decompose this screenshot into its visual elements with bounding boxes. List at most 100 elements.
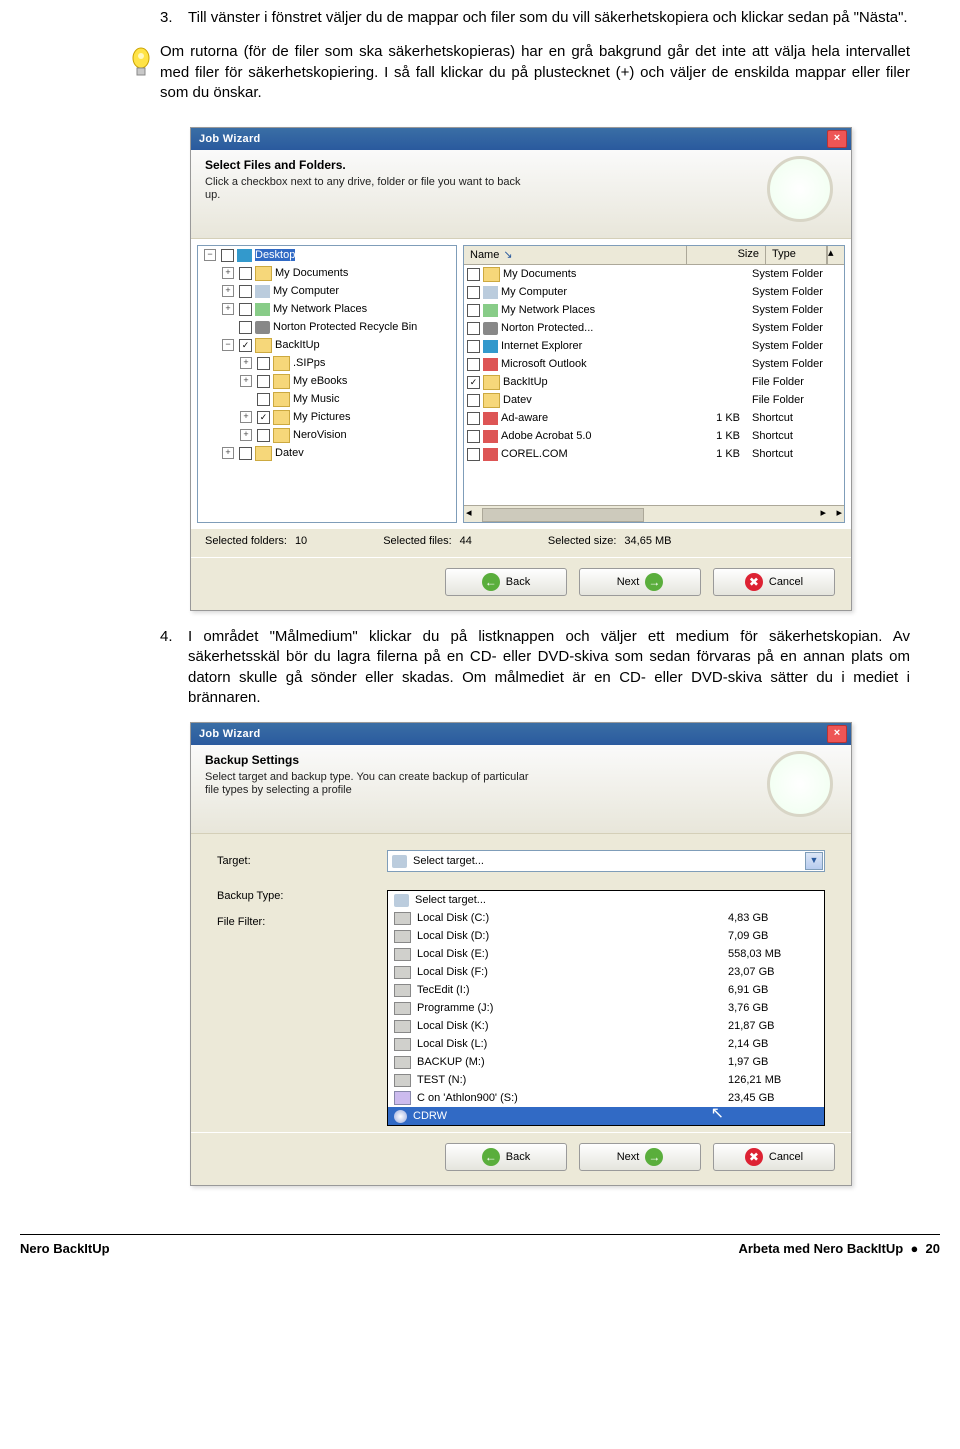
target-combo[interactable]: Select target... ▼ [387, 850, 825, 872]
tree-row[interactable]: +My Computer [198, 282, 456, 300]
list-row[interactable]: My DocumentsSystem Folder [464, 265, 844, 283]
tree-label: Desktop [255, 249, 295, 261]
tree-row[interactable]: +✓My Pictures [198, 408, 456, 426]
cancel-icon: ✖ [745, 573, 763, 591]
expander-icon[interactable]: + [222, 267, 234, 279]
tree-row[interactable]: My Music [198, 390, 456, 408]
list-row[interactable]: ✓BackItUpFile Folder [464, 373, 844, 391]
dropdown-item[interactable]: Local Disk (F:)23,07 GB [388, 963, 824, 981]
dropdown-item[interactable]: Programme (J:)3,76 GB [388, 999, 824, 1017]
app-icon [483, 412, 498, 425]
tree-row[interactable]: −✓BackItUp [198, 336, 456, 354]
next-button[interactable]: Next→ [579, 568, 701, 596]
checkbox[interactable] [467, 412, 480, 425]
checkbox[interactable] [239, 285, 252, 298]
target-dropdown[interactable]: Select target...Local Disk (C:)4,83 GBLo… [387, 890, 825, 1126]
list-row[interactable]: Microsoft OutlookSystem Folder [464, 355, 844, 373]
safe-dial-icon [767, 156, 833, 222]
tree-row[interactable]: + NeroVision [198, 426, 456, 444]
list-row[interactable]: COREL.COM1 KBShortcut [464, 445, 844, 463]
tree-row[interactable]: +My Documents [198, 264, 456, 282]
checkbox[interactable] [239, 321, 252, 334]
dropdown-item[interactable]: CDRW↖ [388, 1107, 824, 1125]
checkbox[interactable]: ✓ [239, 339, 252, 352]
scroll-up-icon[interactable]: ▴ [827, 246, 844, 264]
list-row[interactable]: Internet ExplorerSystem Folder [464, 337, 844, 355]
checkbox[interactable] [467, 322, 480, 335]
tree-row[interactable]: +My Network Places [198, 300, 456, 318]
tree-row[interactable]: Norton Protected Recycle Bin [198, 318, 456, 336]
bin-icon [255, 321, 270, 334]
expander-icon[interactable]: + [222, 285, 234, 297]
list-header[interactable]: Name↘ Size Type ▴ [464, 246, 844, 265]
checkbox[interactable] [239, 303, 252, 316]
checkbox[interactable] [467, 304, 480, 317]
tree-row[interactable]: +.SIPps [198, 354, 456, 372]
checkbox[interactable] [467, 448, 480, 461]
expander-icon[interactable]: + [240, 411, 252, 423]
list-row[interactable]: Norton Protected...System Folder [464, 319, 844, 337]
checkbox[interactable] [467, 358, 480, 371]
dropdown-item[interactable]: Local Disk (K:)21,87 GB [388, 1017, 824, 1035]
file-list[interactable]: Name↘ Size Type ▴ My DocumentsSystem Fol… [463, 245, 845, 523]
expander-icon[interactable]: + [240, 375, 252, 387]
back-button[interactable]: ←Back [445, 1143, 567, 1171]
tree-row[interactable]: +My eBooks [198, 372, 456, 390]
tree-row[interactable]: +Datev [198, 444, 456, 462]
sort-icon: ↘ [503, 249, 512, 261]
drive-icon [394, 984, 411, 997]
list-row[interactable]: DatevFile Folder [464, 391, 844, 409]
expander-icon[interactable]: − [222, 339, 234, 351]
cancel-button[interactable]: ✖Cancel [713, 1143, 835, 1171]
checkbox[interactable] [467, 340, 480, 353]
checkbox[interactable] [221, 249, 234, 262]
checkbox[interactable] [257, 375, 270, 388]
expander-icon[interactable]: − [204, 249, 216, 261]
dropdown-item[interactable]: Local Disk (L:)2,14 GB [388, 1035, 824, 1053]
list-row[interactable]: Ad-aware1 KBShortcut [464, 409, 844, 427]
checkbox[interactable] [467, 286, 480, 299]
dropdown-item[interactable]: Local Disk (D:)7,09 GB [388, 927, 824, 945]
dropdown-item[interactable]: C on 'Athlon900' (S:)23,45 GB [388, 1089, 824, 1107]
expander-icon[interactable]: + [240, 357, 252, 369]
back-button[interactable]: ←Back [445, 568, 567, 596]
horizontal-scrollbar[interactable]: ◂ ▸ ▸ [464, 505, 844, 522]
tree-label: NeroVision [293, 429, 347, 441]
titlebar[interactable]: Job Wizard × [191, 723, 851, 745]
list-row[interactable]: My Network PlacesSystem Folder [464, 301, 844, 319]
chevron-down-icon[interactable]: ▼ [805, 852, 823, 870]
list-row[interactable]: Adobe Acrobat 5.01 KBShortcut [464, 427, 844, 445]
dropdown-item[interactable]: Local Disk (C:)4,83 GB [388, 909, 824, 927]
checkbox[interactable]: ✓ [467, 376, 480, 389]
app-icon [483, 430, 498, 443]
dropdown-item[interactable]: TEST (N:)126,21 MB [388, 1071, 824, 1089]
expander-icon[interactable]: + [222, 303, 234, 315]
checkbox[interactable] [467, 268, 480, 281]
drive-icon [394, 1020, 411, 1033]
expander-icon[interactable]: + [240, 429, 252, 441]
folder-tree[interactable]: − Desktop +My Documents+My Computer+My Net… [197, 245, 457, 523]
close-icon[interactable]: × [827, 130, 847, 148]
checkbox[interactable] [257, 429, 270, 442]
checkbox[interactable] [257, 393, 270, 406]
dropdown-item[interactable]: Select target... [388, 891, 824, 909]
next-button[interactable]: Next→ [579, 1143, 701, 1171]
tree-row[interactable]: − Desktop [198, 246, 456, 264]
dropdown-item[interactable]: BACKUP (M:)1,97 GB [388, 1053, 824, 1071]
list-row[interactable]: My ComputerSystem Folder [464, 283, 844, 301]
banner-title: Select Files and Folders. [205, 158, 837, 172]
checkbox[interactable] [467, 430, 480, 443]
titlebar[interactable]: Job Wizard × [191, 128, 851, 150]
window-title: Job Wizard [195, 728, 827, 740]
checkbox[interactable] [467, 394, 480, 407]
checkbox[interactable] [257, 357, 270, 370]
cancel-button[interactable]: ✖Cancel [713, 568, 835, 596]
checkbox[interactable] [239, 267, 252, 280]
expander-icon[interactable]: + [222, 447, 234, 459]
close-icon[interactable]: × [827, 725, 847, 743]
cancel-icon: ✖ [745, 1148, 763, 1166]
checkbox[interactable] [239, 447, 252, 460]
checkbox[interactable]: ✓ [257, 411, 270, 424]
dropdown-item[interactable]: Local Disk (E:)558,03 MB [388, 945, 824, 963]
dropdown-item[interactable]: TecEdit (I:)6,91 GB [388, 981, 824, 999]
